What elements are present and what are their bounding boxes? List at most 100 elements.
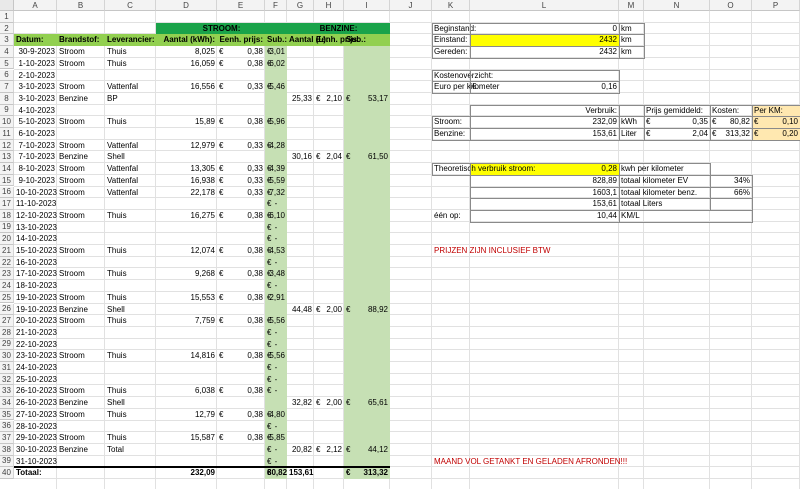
- entry-stroom-sub: -: [274, 257, 278, 267]
- row-header-30[interactable]: 30: [0, 350, 14, 362]
- column-header-h[interactable]: H: [314, 0, 344, 11]
- row-header-21[interactable]: 21: [0, 245, 14, 257]
- entry-stroom-sub: 5,46: [269, 82, 285, 92]
- entry-stroom-sub: 5,59: [269, 175, 285, 185]
- row-header-36[interactable]: 36: [0, 420, 14, 433]
- row-header-37[interactable]: 37: [0, 432, 14, 444]
- row-header-13[interactable]: 13: [0, 151, 14, 164]
- row-header-4[interactable]: 4: [0, 46, 14, 58]
- entry-stroom-sub: 5,56: [269, 351, 285, 361]
- entry-fuel-type: Stroom: [59, 117, 85, 127]
- summary-per-km: 0,20: [782, 129, 798, 138]
- row-header-29[interactable]: 29: [0, 338, 14, 351]
- row-header-25[interactable]: 25: [0, 291, 14, 304]
- entry-stroom-sub: -: [274, 374, 278, 384]
- row-header-3[interactable]: 3: [0, 34, 14, 47]
- row-header-23[interactable]: 23: [0, 268, 14, 281]
- entry-stroom-sub: 5,96: [269, 117, 285, 127]
- row-header-1[interactable]: 1: [0, 11, 14, 23]
- entry-kwh: 6,038: [194, 386, 215, 396]
- entry-fuel-type: Benzine: [59, 93, 88, 103]
- entry-date: 3-10-2023: [18, 93, 55, 103]
- column-header-p[interactable]: P: [752, 0, 800, 11]
- entry-supplier: Thuis: [107, 269, 127, 279]
- column-header-j[interactable]: J: [390, 0, 432, 11]
- odometer-unit: km: [621, 35, 632, 45]
- column-header-n[interactable]: N: [644, 0, 710, 11]
- row-header-9[interactable]: 9: [0, 104, 14, 117]
- row-header-28[interactable]: 28: [0, 326, 14, 339]
- entry-fuel-type: Stroom: [59, 187, 85, 197]
- row-header-7[interactable]: 7: [0, 81, 14, 93]
- entry-date: 26-10-2023: [16, 398, 57, 408]
- row-header-26[interactable]: 26: [0, 303, 14, 316]
- entry-date: 28-10-2023: [16, 421, 57, 431]
- entry-kwh: 12,79: [194, 409, 215, 419]
- table-header-c: Leverancier:: [107, 35, 155, 45]
- row-header-40[interactable]: 40: [0, 467, 14, 479]
- column-header-l[interactable]: L: [470, 0, 619, 11]
- column-header-i[interactable]: I: [344, 0, 390, 11]
- column-header-g[interactable]: G: [287, 0, 314, 11]
- theoretical-km-label: totaal kilometer benz.: [621, 187, 698, 197]
- column-header-d[interactable]: D: [156, 0, 217, 11]
- column-header-f[interactable]: F: [265, 0, 287, 11]
- summary-prijs: 2,04: [692, 129, 708, 138]
- gridline-vertical: [155, 11, 156, 489]
- row-header-22[interactable]: 22: [0, 256, 14, 269]
- column-header-o[interactable]: O: [710, 0, 752, 11]
- row-header-27[interactable]: 27: [0, 315, 14, 327]
- row-header-38[interactable]: 38: [0, 443, 14, 456]
- gridline-vertical: [709, 11, 710, 489]
- row-header-6[interactable]: 6: [0, 69, 14, 82]
- row-header-24[interactable]: 24: [0, 280, 14, 292]
- kosten-value: 0,16: [601, 82, 617, 92]
- row-header-18[interactable]: 18: [0, 209, 14, 222]
- column-header-e[interactable]: E: [217, 0, 265, 11]
- row-header-12[interactable]: 12: [0, 139, 14, 152]
- row-header-39[interactable]: 39: [0, 455, 14, 468]
- entry-supplier: Vattenfal: [107, 164, 138, 174]
- row-header-32[interactable]: 32: [0, 373, 14, 386]
- gridline-vertical: [313, 11, 314, 489]
- row-header-16[interactable]: 16: [0, 186, 14, 199]
- column-header-c[interactable]: C: [105, 0, 156, 11]
- row-header-15[interactable]: 15: [0, 174, 14, 187]
- theoretical-km-value: 153,61: [592, 199, 617, 209]
- odometer-border: [470, 22, 471, 58]
- entry-supplier: Thuis: [107, 246, 127, 255]
- row-header-17[interactable]: 17: [0, 198, 14, 210]
- btw-note: PRIJZEN ZIJN INCLUSIEF BTW: [434, 246, 551, 255]
- entry-supplier: Shell: [107, 304, 125, 314]
- column-header-k[interactable]: K: [432, 0, 470, 11]
- row-header-35[interactable]: 35: [0, 408, 14, 421]
- row-header-19[interactable]: 19: [0, 221, 14, 234]
- column-header-a[interactable]: A: [14, 0, 57, 11]
- gridline-vertical: [216, 11, 217, 489]
- theoretical-unit: kwh per kilometer: [621, 164, 684, 174]
- row-header-2[interactable]: 2: [0, 22, 14, 35]
- row-header-34[interactable]: 34: [0, 397, 14, 409]
- row-header-8[interactable]: 8: [0, 92, 14, 105]
- column-header-b[interactable]: B: [57, 0, 105, 11]
- entry-supplier: Thuis: [107, 47, 127, 57]
- row-header-14[interactable]: 14: [0, 163, 14, 175]
- row-header-20[interactable]: 20: [0, 233, 14, 245]
- row-header-33[interactable]: 33: [0, 385, 14, 398]
- entry-benzine-price: 2,04: [326, 152, 342, 162]
- row-header-11[interactable]: 11: [0, 128, 14, 140]
- entry-liters: 20,82: [291, 444, 312, 454]
- entry-date: 7-10-2023: [18, 140, 55, 150]
- column-header-m[interactable]: M: [619, 0, 644, 11]
- entry-date: 19-10-2023: [16, 292, 57, 302]
- entry-date: 16-10-2023: [16, 257, 57, 267]
- row-header-31[interactable]: 31: [0, 362, 14, 374]
- entry-stroom-price: 0,38: [247, 386, 263, 396]
- row-header-5[interactable]: 5: [0, 57, 14, 70]
- entry-supplier: Thuis: [107, 58, 127, 68]
- spreadsheet[interactable]: A B C D E F G H I J K L M N O P 1 2 3 4 5 6 7 8 9 10 11 12 13 14 15 16 1…: [0, 0, 800, 489]
- row-header-10[interactable]: 10: [0, 116, 14, 128]
- select-all-corner[interactable]: [0, 0, 14, 11]
- entry-date: 18-10-2023: [16, 281, 57, 291]
- benzine-subtotal-column: [344, 46, 390, 479]
